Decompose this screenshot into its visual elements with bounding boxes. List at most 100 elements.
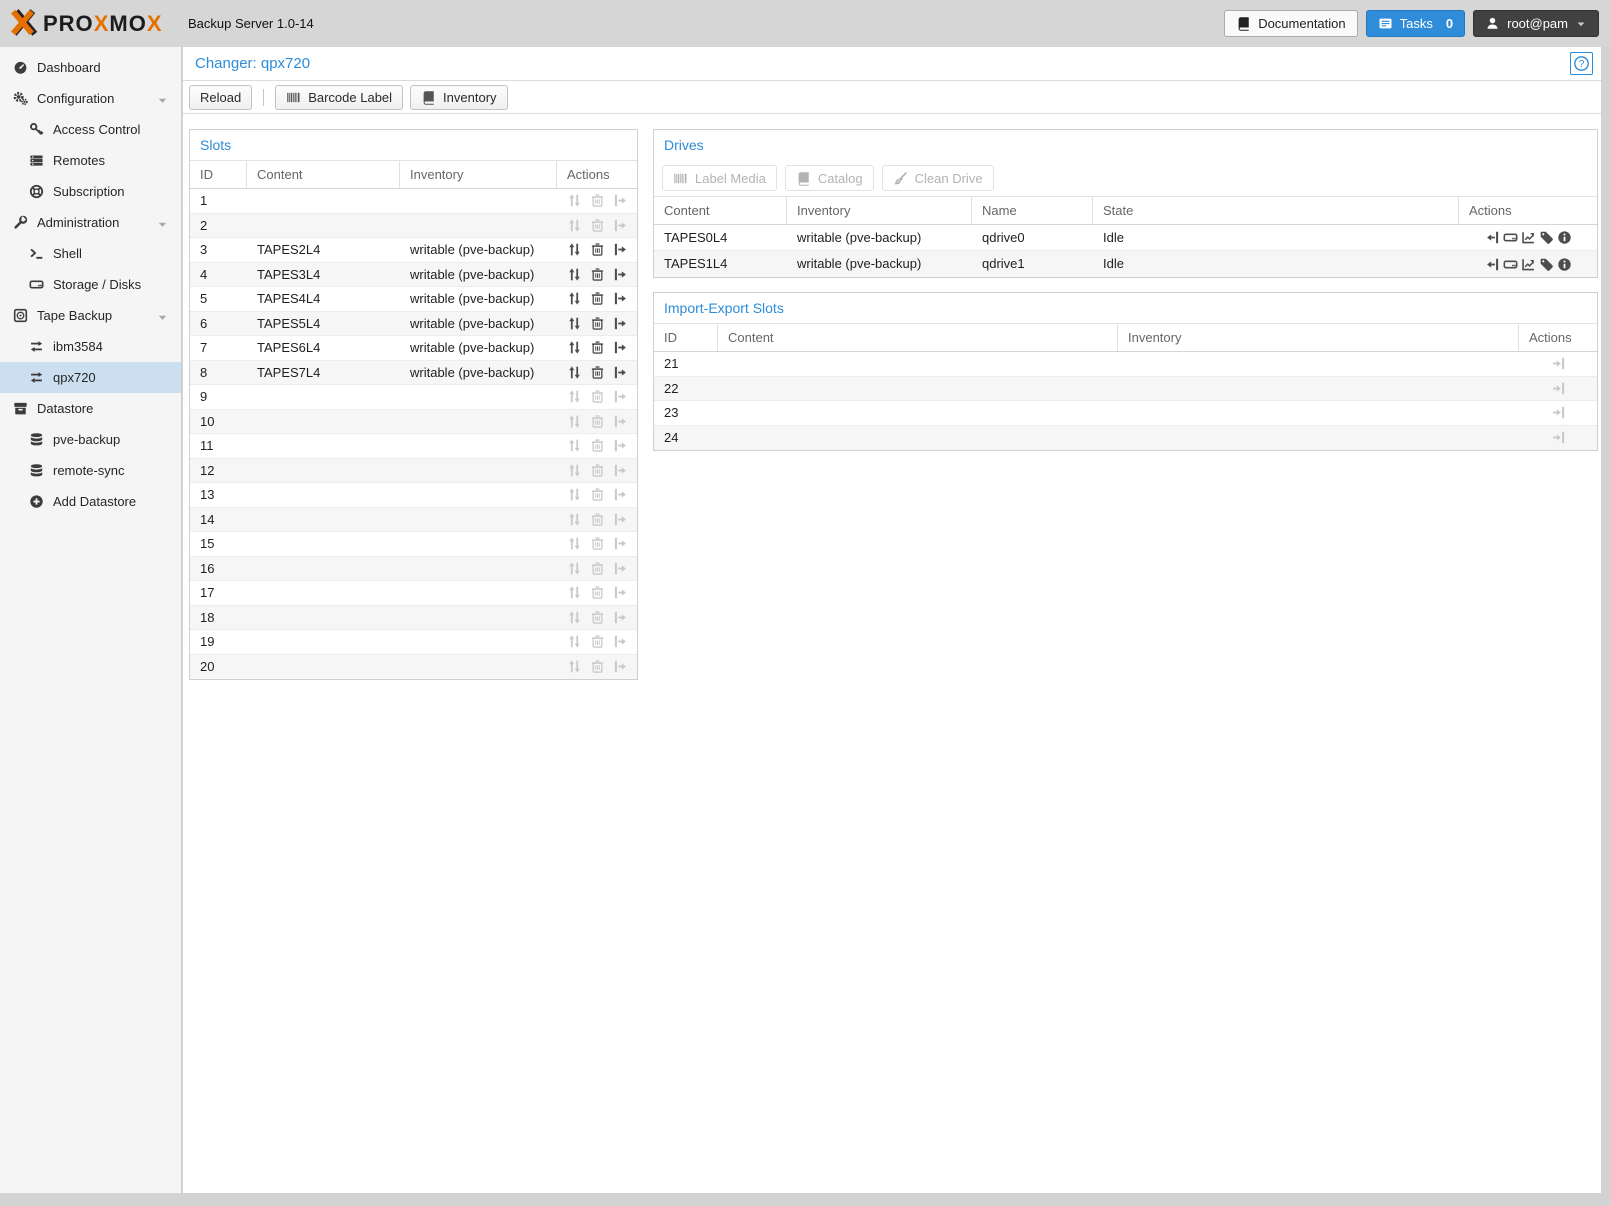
trash-icon[interactable] xyxy=(590,242,605,257)
slot-row[interactable]: 17 xyxy=(190,581,637,606)
slot-row[interactable]: 1 xyxy=(190,189,637,214)
trash-icon[interactable] xyxy=(590,267,605,282)
chart-line-icon[interactable] xyxy=(1521,257,1536,272)
slot-row[interactable]: 13 xyxy=(190,483,637,508)
barcode-label-button[interactable]: Barcode Label xyxy=(275,85,403,110)
sidebar-item-shell[interactable]: Shell xyxy=(0,238,181,269)
column-header-content[interactable]: Content xyxy=(654,197,787,224)
sidebar-item-administration[interactable]: Administration xyxy=(0,207,181,238)
chart-line-icon[interactable] xyxy=(1521,230,1536,245)
inventory-button[interactable]: Inventory xyxy=(410,85,507,110)
documentation-button[interactable]: Documentation xyxy=(1224,10,1357,37)
slot-row[interactable]: 2 xyxy=(190,214,637,239)
slot-row[interactable]: 19 xyxy=(190,630,637,655)
sidebar-item-subscription[interactable]: Subscription xyxy=(0,176,181,207)
ie-slot-row[interactable]: 24 xyxy=(654,426,1597,451)
drive-row[interactable]: TAPES1L4writable (pve-backup)qdrive1Idle xyxy=(654,251,1597,277)
chevron-down-icon[interactable] xyxy=(157,312,168,323)
column-header-actions[interactable]: Actions xyxy=(1459,197,1597,224)
reload-button[interactable]: Reload xyxy=(189,85,252,110)
import-icon xyxy=(1551,405,1566,420)
trash-icon[interactable] xyxy=(590,340,605,355)
slot-row[interactable]: 7TAPES6L4writable (pve-backup) xyxy=(190,336,637,361)
export-icon[interactable] xyxy=(613,316,628,331)
sidebar-item-add-datastore[interactable]: Add Datastore xyxy=(0,486,181,517)
export-icon[interactable] xyxy=(613,242,628,257)
ie-slot-row[interactable]: 21 xyxy=(654,352,1597,377)
sidebar-item-dashboard[interactable]: Dashboard xyxy=(0,52,181,83)
column-header-actions[interactable]: Actions xyxy=(557,161,637,188)
slot-row[interactable]: 8TAPES7L4writable (pve-backup) xyxy=(190,361,637,386)
slot-row[interactable]: 18 xyxy=(190,606,637,631)
swap-vertical-icon[interactable] xyxy=(567,316,582,331)
column-header-name[interactable]: Name xyxy=(972,197,1093,224)
hdd-icon[interactable] xyxy=(1503,257,1518,272)
column-header-inventory[interactable]: Inventory xyxy=(787,197,972,224)
unload-icon[interactable] xyxy=(1485,257,1500,272)
column-header-inventory[interactable]: Inventory xyxy=(400,161,557,188)
cell-id: 8 xyxy=(190,361,247,385)
chevron-down-icon[interactable] xyxy=(157,219,168,230)
sidebar-item-remote-sync[interactable]: remote-sync xyxy=(0,455,181,486)
sidebar-item-tape-backup[interactable]: Tape Backup xyxy=(0,300,181,331)
drive-row[interactable]: TAPES0L4writable (pve-backup)qdrive0Idle xyxy=(654,225,1597,251)
column-header-actions[interactable]: Actions xyxy=(1519,324,1597,351)
cell-content xyxy=(247,532,400,556)
trash-icon[interactable] xyxy=(590,365,605,380)
help-button[interactable]: ? xyxy=(1570,52,1593,75)
cell-content: TAPES0L4 xyxy=(654,225,787,250)
slot-row[interactable]: 6TAPES5L4writable (pve-backup) xyxy=(190,312,637,337)
swap-vertical-icon[interactable] xyxy=(567,242,582,257)
export-icon[interactable] xyxy=(613,291,628,306)
slot-row[interactable]: 10 xyxy=(190,410,637,435)
export-icon[interactable] xyxy=(613,340,628,355)
cell-content xyxy=(247,581,400,605)
slot-row[interactable]: 4TAPES3L4writable (pve-backup) xyxy=(190,263,637,288)
export-icon[interactable] xyxy=(613,365,628,380)
unload-icon[interactable] xyxy=(1485,230,1500,245)
slot-row[interactable]: 12 xyxy=(190,459,637,484)
slot-row[interactable]: 14 xyxy=(190,508,637,533)
ie-slot-row[interactable]: 23 xyxy=(654,401,1597,426)
slot-row[interactable]: 3TAPES2L4writable (pve-backup) xyxy=(190,238,637,263)
column-header-content[interactable]: Content xyxy=(718,324,1118,351)
swap-vertical-icon[interactable] xyxy=(567,267,582,282)
column-header-state[interactable]: State xyxy=(1093,197,1459,224)
slots-panel-title: Slots xyxy=(190,130,637,160)
info-circle-icon[interactable] xyxy=(1557,230,1572,245)
trash-icon[interactable] xyxy=(590,291,605,306)
tag-icon[interactable] xyxy=(1539,230,1554,245)
export-icon[interactable] xyxy=(613,267,628,282)
sidebar-item-qpx720[interactable]: qpx720 xyxy=(0,362,181,393)
sidebar-item-ibm3584[interactable]: ibm3584 xyxy=(0,331,181,362)
swap-vertical-icon[interactable] xyxy=(567,340,582,355)
slot-row[interactable]: 16 xyxy=(190,557,637,582)
row-actions xyxy=(557,410,637,434)
ie-slot-row[interactable]: 22 xyxy=(654,377,1597,402)
tag-icon[interactable] xyxy=(1539,257,1554,272)
trash-icon[interactable] xyxy=(590,316,605,331)
user-menu-button[interactable]: root@pam xyxy=(1473,10,1599,37)
slot-row[interactable]: 20 xyxy=(190,655,637,680)
sidebar-item-datastore[interactable]: Datastore xyxy=(0,393,181,424)
column-header-id[interactable]: ID xyxy=(654,324,718,351)
sidebar-item-pve-backup[interactable]: pve-backup xyxy=(0,424,181,455)
column-header-content[interactable]: Content xyxy=(247,161,400,188)
key-icon xyxy=(28,122,44,137)
swap-vertical-icon[interactable] xyxy=(567,291,582,306)
column-header-inventory[interactable]: Inventory xyxy=(1118,324,1519,351)
column-header-id[interactable]: ID xyxy=(190,161,247,188)
info-circle-icon[interactable] xyxy=(1557,257,1572,272)
tasks-button[interactable]: Tasks 0 xyxy=(1366,10,1465,37)
chevron-down-icon[interactable] xyxy=(157,95,168,106)
sidebar-item-access-control[interactable]: Access Control xyxy=(0,114,181,145)
slot-row[interactable]: 15 xyxy=(190,532,637,557)
swap-vertical-icon[interactable] xyxy=(567,365,582,380)
sidebar-item-remotes[interactable]: Remotes xyxy=(0,145,181,176)
slot-row[interactable]: 9 xyxy=(190,385,637,410)
sidebar-item-storage-disks[interactable]: Storage / Disks xyxy=(0,269,181,300)
hdd-icon[interactable] xyxy=(1503,230,1518,245)
sidebar-item-configuration[interactable]: Configuration xyxy=(0,83,181,114)
slot-row[interactable]: 11 xyxy=(190,434,637,459)
slot-row[interactable]: 5TAPES4L4writable (pve-backup) xyxy=(190,287,637,312)
